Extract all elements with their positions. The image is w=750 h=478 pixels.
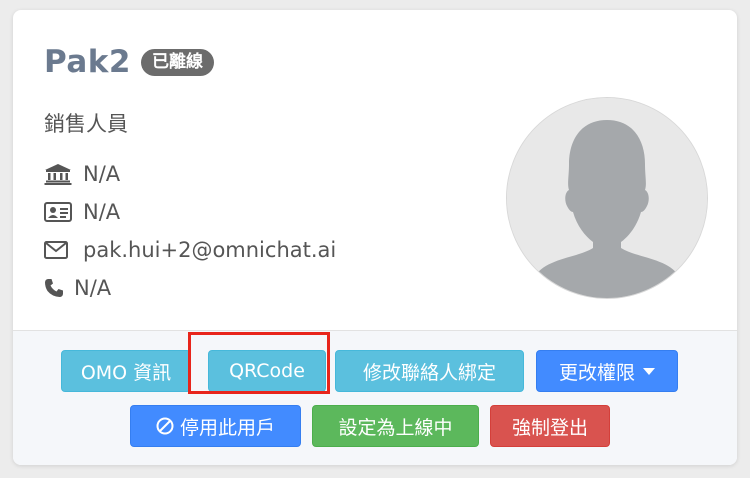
id-card-icon [44,200,74,224]
user-card-body: Pak2 已離線 銷售人員 N/A N/A pak.hui+2@omnichat… [13,10,737,330]
info-row-email: pak.hui+2@omnichat.ai [44,231,336,269]
info-email-value: pak.hui+2@omnichat.ai [83,238,337,262]
info-row-phone: N/A [44,269,336,307]
envelope-icon [44,238,74,262]
user-card: Pak2 已離線 銷售人員 N/A N/A pak.hui+2@omnichat… [13,10,737,465]
info-row-company: N/A [44,155,336,193]
info-list: N/A N/A pak.hui+2@omnichat.ai N/A [44,155,336,307]
omo-info-button[interactable]: OMO 資訊 [61,350,191,392]
disable-user-label: 停用此用戶 [179,416,275,439]
info-phone-value: N/A [74,276,112,300]
change-permission-dropdown[interactable]: 更改權限 [536,350,678,392]
info-id-value: N/A [83,200,121,224]
user-role: 銷售人員 [44,112,128,136]
omo-info-label: OMO 資訊 [80,361,172,384]
qrcode-button[interactable]: QRCode [208,350,326,392]
bank-icon [44,162,74,186]
set-online-button[interactable]: 設定為上線中 [312,405,479,447]
status-badge: 已離線 [141,48,214,76]
ban-icon [156,417,174,435]
action-bar: OMO 資訊 QRCode 修改聯絡人綁定 更改權限 停用此用戶 設定為上線中 … [13,330,737,465]
force-logout-label: 強制登出 [511,416,588,439]
change-permission-label: 更改權限 [558,361,635,384]
modify-binding-label: 修改聯絡人綁定 [362,361,496,384]
avatar-silhouette-icon [507,98,707,298]
info-company-value: N/A [83,162,121,186]
qrcode-label: QRCode [229,360,305,382]
set-online-label: 設定為上線中 [338,416,453,439]
disable-user-button[interactable]: 停用此用戶 [130,405,301,447]
phone-icon [44,276,66,300]
avatar [506,97,708,299]
caret-down-icon [643,367,655,375]
modify-contact-binding-button[interactable]: 修改聯絡人綁定 [335,350,524,392]
name-row: Pak2 已離線 [44,44,214,80]
info-row-id: N/A [44,193,336,231]
force-logout-button[interactable]: 強制登出 [490,405,610,447]
user-name: Pak2 [44,44,131,80]
